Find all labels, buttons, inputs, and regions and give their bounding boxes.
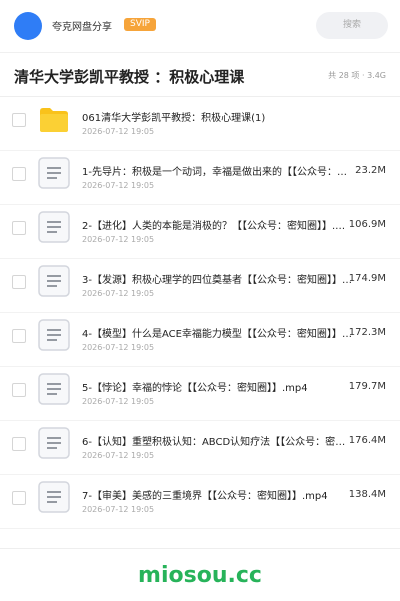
watermark: miosou.cc xyxy=(138,563,262,588)
file-size: 23.2M xyxy=(355,165,386,176)
file-size: 176.4M xyxy=(348,435,386,446)
file-row[interactable]: 6-【认知】重塑积极认知：ABCD认知疗法【【公众号：密知圈】】.mp4 2026… xyxy=(0,421,400,475)
file-row[interactable]: 7-【审美】美感的三重境界【【公众号：密知圈】】.mp4 2026-07-12 1… xyxy=(0,475,400,529)
file-date: 2026-07-12 19:05 xyxy=(82,397,155,406)
select-checkbox[interactable] xyxy=(12,491,26,505)
file-date: 2026-07-12 19:05 xyxy=(82,235,155,244)
page-title: 清华大学彭凯平教授 ：积极心理课 xyxy=(14,68,245,86)
file-row[interactable]: 4-【模型】什么是ACE幸福能力模型【【公众号：密知圈】】.mp4 2026-07… xyxy=(0,313,400,367)
document-icon xyxy=(38,265,70,297)
file-name: 4-【模型】什么是ACE幸福能力模型【【公众号：密知圈】】.mp4 xyxy=(82,329,354,340)
file-date: 2026-07-12 19:05 xyxy=(82,451,155,460)
file-size: 138.4M xyxy=(348,489,386,500)
file-row[interactable]: 5-【悖论】幸福的悖论【【公众号：密知圈】】.mp4 2026-07-12 19:… xyxy=(0,367,400,421)
avatar[interactable] xyxy=(14,12,42,40)
divider xyxy=(0,52,400,53)
select-checkbox[interactable] xyxy=(12,329,26,343)
file-name: 5-【悖论】幸福的悖论【【公众号：密知圈】】.mp4 xyxy=(82,383,308,394)
file-date: 2026-07-12 19:05 xyxy=(82,289,155,298)
file-name: 2-【进化】人类的本能是消极的？【【公众号：密知圈】】.mp4 xyxy=(82,221,354,232)
file-date: 2026-07-12 19:05 xyxy=(82,181,155,190)
file-row[interactable]: 3-【发源】积极心理学的四位奠基者【【公众号：密知圈】】.mp4 2026-07-… xyxy=(0,259,400,313)
file-name: 3-【发源】积极心理学的四位奠基者【【公众号：密知圈】】.mp4 xyxy=(82,275,354,286)
file-name: 7-【审美】美感的三重境界【【公众号：密知圈】】.mp4 xyxy=(82,491,328,502)
top-bar: 夸克网盘分享 SVIP 搜索 xyxy=(0,0,400,52)
file-date: 2026-07-12 19:05 xyxy=(82,127,155,136)
document-icon xyxy=(38,373,70,405)
document-icon xyxy=(38,481,70,513)
file-row[interactable]: 1-先导片：积极是一个动词，幸福是做出来的【【公众号：密知圈】】.mp4 2026… xyxy=(0,151,400,205)
select-checkbox[interactable] xyxy=(12,437,26,451)
file-size: 106.9M xyxy=(348,219,386,230)
file-row[interactable]: 2-【进化】人类的本能是消极的？【【公众号：密知圈】】.mp4 2026-07-1… xyxy=(0,205,400,259)
divider xyxy=(0,528,400,529)
file-name: 061清华大学彭凯平教授：积极心理课(1) xyxy=(82,113,266,124)
file-row[interactable]: 061清华大学彭凯平教授：积极心理课(1) 2026-07-12 19:05 xyxy=(0,97,400,151)
document-icon xyxy=(38,211,70,243)
folder-icon xyxy=(38,103,70,135)
username: 夸克网盘分享 xyxy=(52,22,112,33)
document-icon xyxy=(38,157,70,189)
file-name: 6-【认知】重塑积极认知：ABCD认知疗法【【公众号：密知圈】】.mp4 xyxy=(82,437,354,448)
select-checkbox[interactable] xyxy=(12,383,26,397)
document-icon xyxy=(38,319,70,351)
select-checkbox[interactable] xyxy=(12,113,26,127)
item-count: 共 28 项 · 3.4G xyxy=(328,71,386,80)
file-name: 1-先导片：积极是一个动词，幸福是做出来的【【公众号：密知圈】】.mp4 xyxy=(82,167,354,178)
file-size: 172.3M xyxy=(348,327,386,338)
select-checkbox[interactable] xyxy=(12,167,26,181)
file-size: 174.9M xyxy=(348,273,386,284)
select-checkbox[interactable] xyxy=(12,221,26,235)
svip-badge: SVIP xyxy=(124,18,156,31)
select-checkbox[interactable] xyxy=(12,275,26,289)
file-date: 2026-07-12 19:05 xyxy=(82,505,155,514)
search-input[interactable]: 搜索 xyxy=(316,12,388,39)
file-date: 2026-07-12 19:05 xyxy=(82,343,155,352)
file-size: 179.7M xyxy=(348,381,386,392)
document-icon xyxy=(38,427,70,459)
